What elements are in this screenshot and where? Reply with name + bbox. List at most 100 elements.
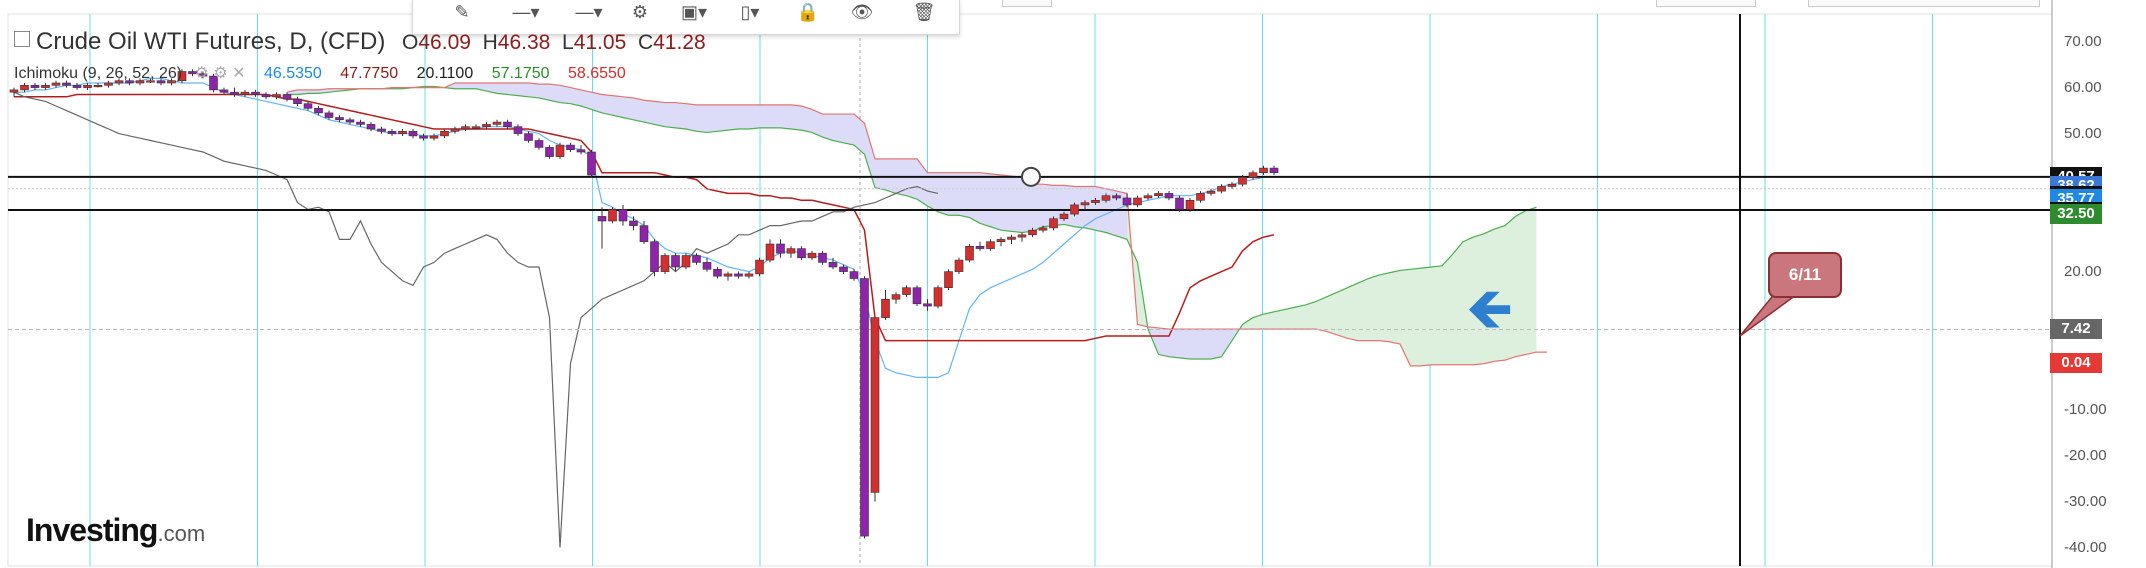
template-icon[interactable]: ▯▾ — [731, 2, 769, 26]
candle-body — [1164, 193, 1174, 199]
indicator-legend[interactable]: Ichimoku (9, 26, 52, 26) ⚙ ⚙ ✕ 46.5350 4… — [14, 63, 626, 83]
ichimoku-cloud-segment — [455, 83, 466, 89]
candle-body — [1133, 197, 1142, 206]
candle-body — [1038, 227, 1048, 231]
candle-body — [576, 149, 586, 153]
candle-body — [534, 140, 544, 148]
candle-body — [839, 266, 848, 272]
open-label: O — [402, 31, 419, 54]
top-control-2[interactable] — [1656, 0, 1756, 7]
candle-body — [1080, 202, 1090, 206]
ichimoku-cloud-segment — [1316, 296, 1327, 332]
candle-body — [1238, 177, 1247, 185]
indicator-settings-icon[interactable]: ⚙ ⚙ ✕ — [195, 65, 246, 82]
candle-body — [251, 91, 260, 95]
ichimoku-cloud-segment — [696, 104, 707, 133]
candle-body — [240, 91, 250, 95]
candle-body — [902, 287, 911, 295]
candle-body — [912, 287, 922, 305]
ichimoku-cloud-segment — [1263, 311, 1274, 330]
pencil-icon[interactable]: ✎ — [445, 2, 479, 26]
chart-title: Crude Oil WTI Futures, D, (CFD) — [36, 28, 386, 55]
ichimoku-cloud-segment — [1305, 301, 1316, 330]
ichimoku-cloud-segment — [938, 172, 949, 216]
candle-body — [860, 278, 869, 537]
candle-body — [1007, 236, 1016, 240]
logo-main: Investing — [26, 512, 158, 548]
ohlc-readout: O46.09 H46.38 L41.05 C41.28 — [402, 31, 706, 54]
candle-body — [282, 94, 292, 100]
candle-body — [471, 126, 481, 129]
ichimoku-cloud-segment — [1295, 304, 1306, 330]
candle-body — [513, 126, 523, 134]
ichimoku-cloud-segment — [906, 158, 917, 200]
ichimoku-cloud-segment — [759, 104, 770, 128]
candle-body — [944, 271, 953, 289]
candle-body — [986, 241, 995, 249]
trash-icon[interactable]: 🗑 — [909, 2, 939, 26]
candle-body — [30, 85, 40, 88]
ichimoku-cloud-segment — [507, 83, 518, 96]
line-handle — [1021, 166, 1041, 187]
lock-icon[interactable]: 🔒 — [793, 2, 823, 26]
candle-body — [1185, 200, 1195, 210]
candle-body — [1101, 195, 1111, 201]
y-tick-label: -40.00 — [2064, 538, 2107, 556]
ichimoku-cloud-segment — [791, 104, 802, 131]
candle-body — [429, 135, 439, 139]
ichimoku-cloud-segment — [749, 104, 760, 129]
ichimoku-cloud-segment — [1526, 207, 1537, 355]
candle-body — [1070, 204, 1079, 215]
ichimoku-cloud-segment — [1431, 265, 1442, 365]
high-label: H — [482, 31, 498, 54]
candle-body — [20, 85, 29, 91]
candle-body — [755, 259, 764, 275]
ichimoku-cloud-segment — [1211, 329, 1222, 359]
candle-body — [230, 91, 239, 95]
candle-body — [828, 262, 838, 268]
candle-body — [9, 89, 19, 93]
y-tick-label: 50.00 — [2064, 124, 2102, 142]
candle-body — [345, 119, 355, 123]
candle-body — [72, 85, 82, 88]
ichimoku-cloud-segment — [1032, 184, 1043, 232]
eye-icon[interactable]: 👁 — [845, 2, 879, 26]
ichimoku-cloud-segment — [602, 94, 613, 116]
y-tick-label: 20.00 — [2064, 262, 2102, 280]
candle-body — [1017, 234, 1027, 238]
ichimoku-cloud-segment — [1011, 176, 1022, 233]
ichimoku-cloud-segment — [980, 172, 991, 227]
line-width-icon[interactable]: —▾ — [563, 2, 615, 26]
candle-body — [261, 94, 271, 98]
low-label: L — [562, 31, 574, 54]
logo-suffix: .com — [157, 521, 206, 546]
candle-body — [702, 262, 712, 270]
ichimoku-cloud-segment — [1368, 275, 1379, 341]
ichimoku-cloud-segment — [560, 85, 571, 104]
collapse-icon[interactable] — [14, 31, 30, 47]
gear-icon[interactable]: ⚙ — [625, 2, 655, 26]
candle-body — [629, 220, 638, 226]
candle-body — [555, 144, 565, 157]
low-value: 41.05 — [573, 31, 627, 54]
y-tick-label: 60.00 — [2064, 78, 2102, 96]
ichimoku-cloud-segment — [1337, 287, 1348, 339]
candle-body — [660, 255, 670, 272]
top-control-3[interactable] — [1808, 0, 2040, 7]
ichimoku-cloud-segment — [822, 114, 833, 141]
candle-body — [713, 268, 722, 277]
date-callout[interactable]: 6/11 — [1768, 252, 1842, 298]
ichimoku-cloud-segment — [528, 83, 539, 98]
ichimoku-cloud-segment — [1158, 327, 1169, 357]
candle-body — [524, 133, 533, 141]
candle-body — [1091, 200, 1100, 203]
candle-body — [807, 252, 817, 259]
ichimoku-cloud-segment — [1274, 309, 1285, 330]
candle-body — [618, 209, 628, 222]
line-style-icon[interactable]: —▾ — [501, 2, 551, 26]
top-control-1[interactable] — [1002, 0, 1052, 7]
indicator-value-tenkan: 46.5350 — [263, 65, 322, 82]
ichimoku-cloud-segment — [1452, 241, 1463, 365]
copy-icon[interactable]: ▣▾ — [675, 2, 713, 26]
ichimoku-cloud-segment — [1347, 283, 1358, 341]
